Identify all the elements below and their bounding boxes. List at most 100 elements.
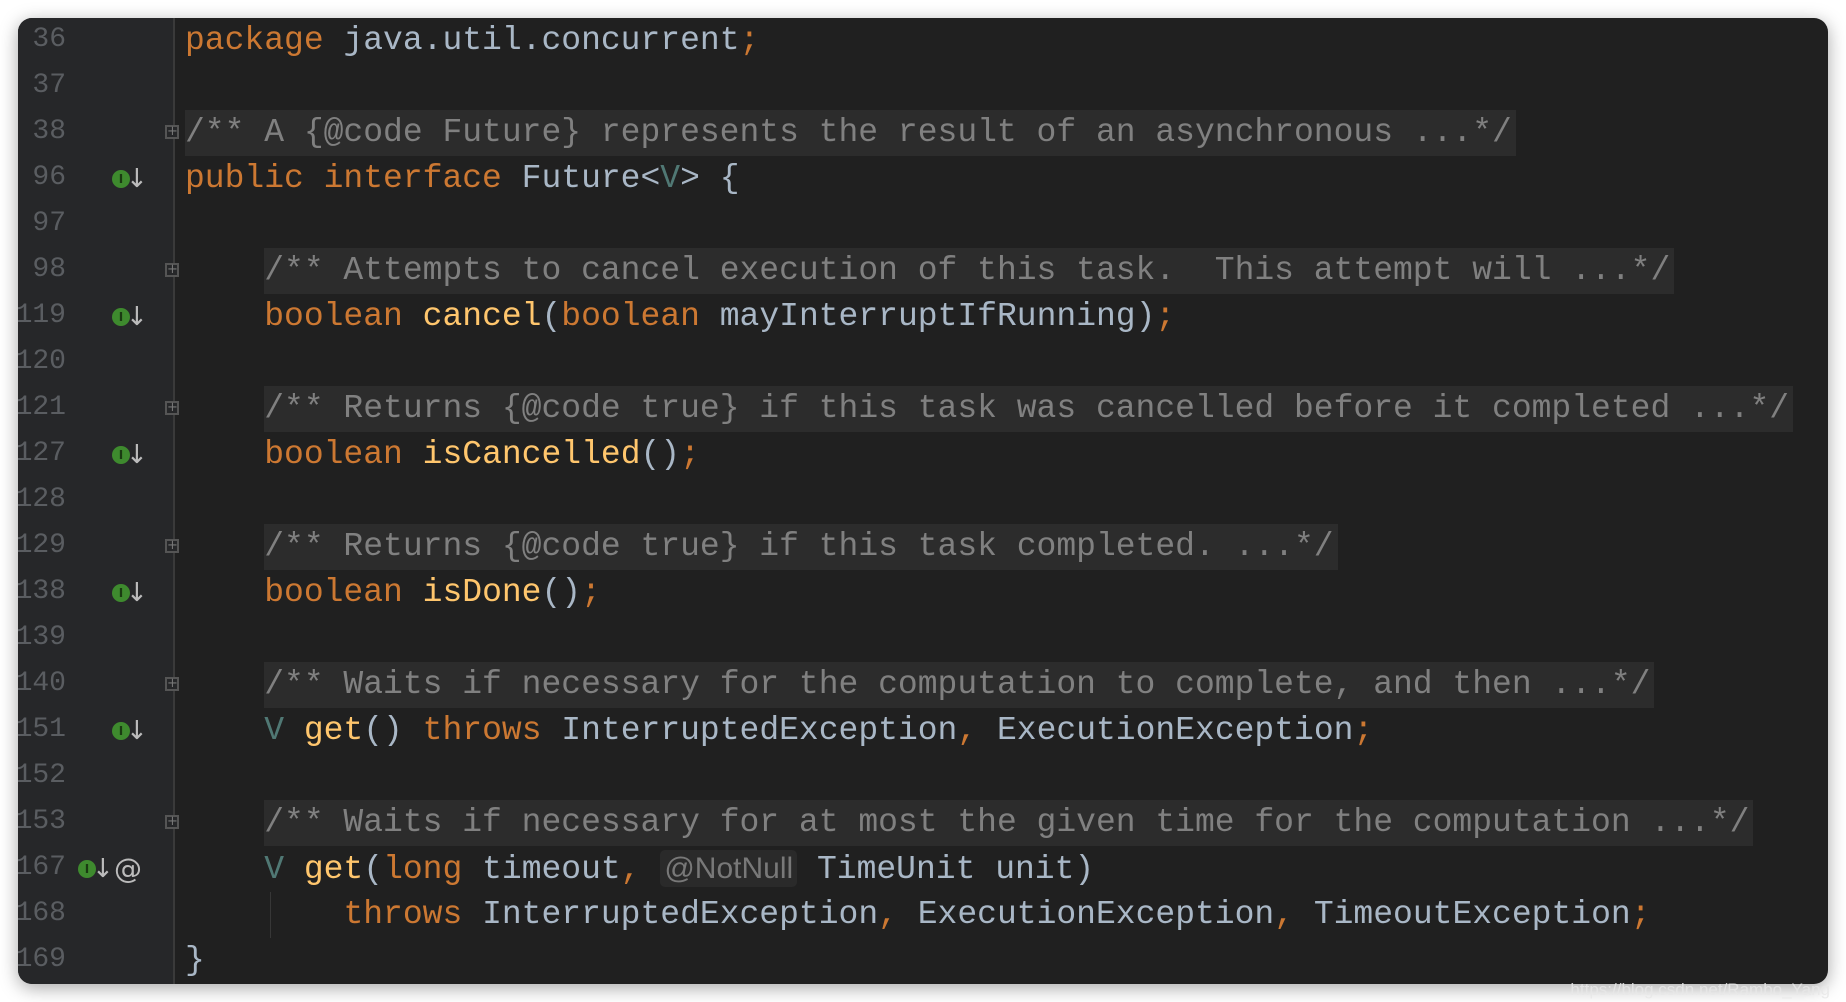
fold-expand-icon[interactable]: + — [165, 677, 179, 691]
code-text: boolean cancel(boolean mayInterruptIfRun… — [185, 298, 1175, 336]
code-token: boolean — [264, 436, 423, 473]
code-token: throws — [422, 712, 562, 749]
code-text: /** Returns {@code true} if this task co… — [185, 524, 1338, 570]
code-text: } — [185, 942, 205, 980]
code-token: () — [363, 712, 423, 749]
fold-expand-icon[interactable]: + — [165, 125, 179, 139]
line-number: 36 — [32, 24, 66, 55]
code-token: throws — [343, 896, 483, 933]
code-line[interactable]: 96 I ↓ public interface Future<V> { — [18, 156, 1828, 202]
code-line[interactable]: 37 — [18, 64, 1828, 110]
code-line[interactable]: 168 throws InterruptedException, Executi… — [18, 892, 1828, 938]
code-token: public interface — [185, 160, 522, 197]
code-token: } — [185, 942, 205, 979]
code-token: () — [640, 436, 681, 473]
line-number: 121 — [18, 392, 66, 423]
code-token: ( — [541, 298, 562, 335]
code-token: V — [264, 851, 304, 888]
code-line[interactable]: 167 I ↓ @ V get(long timeout, @NotNull Time… — [18, 846, 1828, 892]
code-token: ; — [739, 22, 760, 59]
code-line[interactable]: 152 — [18, 754, 1828, 800]
code-token: cancel — [422, 298, 542, 335]
code-line[interactable]: 153 + /** Waits if necessary for at most … — [18, 800, 1828, 846]
line-number: 97 — [32, 208, 66, 239]
code-token: package — [185, 22, 344, 59]
code-line[interactable]: 98 + /** Attempts to cancel execution of … — [18, 248, 1828, 294]
code-line[interactable]: 120 — [18, 340, 1828, 386]
code-token: , — [620, 851, 661, 888]
folded-comment[interactable]: /** Waits if necessary for the computati… — [264, 662, 1655, 708]
fold-expand-icon[interactable]: + — [165, 815, 179, 829]
folded-comment[interactable]: /** Returns {@code true} if this task co… — [264, 524, 1338, 570]
code-token: mayInterruptIfRunning) — [719, 298, 1156, 335]
fold-expand-icon[interactable]: + — [165, 263, 179, 277]
code-token: > { — [680, 160, 740, 197]
code-token: long — [383, 851, 483, 888]
code-text: /** Waits if necessary for the computati… — [185, 662, 1655, 708]
code-text: V get(long timeout, @NotNull TimeUnit un… — [185, 850, 1094, 889]
code-line[interactable]: 36 package java.util.concurrent; — [18, 18, 1828, 64]
code-token: () — [541, 574, 582, 611]
code-line[interactable]: 127 I ↓ boolean isCancelled(); — [18, 432, 1828, 478]
code-token: InterruptedException — [482, 896, 879, 933]
code-token: boolean — [264, 298, 423, 335]
code-text: V get() throws InterruptedException, Exe… — [185, 712, 1373, 750]
line-number: 167 — [18, 852, 66, 883]
line-number: 153 — [18, 806, 66, 837]
code-token: java.util.concurrent — [343, 22, 740, 59]
code-line[interactable]: 140 + /** Waits if necessary for the comp… — [18, 662, 1828, 708]
code-line[interactable]: 128 — [18, 478, 1828, 524]
code-text: boolean isCancelled(); — [185, 436, 700, 474]
code-line[interactable]: 129 + /** Returns {@code true} if this ta… — [18, 524, 1828, 570]
code-token: TimeUnit unit) — [797, 851, 1095, 888]
line-number: 152 — [18, 760, 66, 791]
code-token: TimeoutException — [1313, 896, 1631, 933]
code-token: get — [303, 712, 364, 749]
code-token: timeout — [482, 851, 621, 888]
code-token: ; — [1353, 712, 1374, 749]
line-number: 37 — [32, 70, 66, 101]
code-token: isCancelled — [422, 436, 641, 473]
line-number: 151 — [18, 714, 66, 745]
line-number: 168 — [18, 898, 66, 929]
line-number: 120 — [18, 346, 66, 377]
code-text: boolean isDone(); — [185, 574, 601, 612]
folded-comment[interactable]: /** Returns {@code true} if this task wa… — [264, 386, 1794, 432]
code-token: ; — [581, 574, 601, 611]
code-line[interactable]: 138 I ↓ boolean isDone(); — [18, 570, 1828, 616]
code-line[interactable]: 38 + /** A {@code Future} represents the r… — [18, 110, 1828, 156]
code-token: ; — [680, 436, 700, 473]
annotation-inlay-hint: @NotNull — [660, 850, 798, 887]
code-token: , — [957, 712, 997, 749]
code-line[interactable]: 121 + /** Returns {@code true} if this ta… — [18, 386, 1828, 432]
code-token: , — [1274, 896, 1314, 933]
code-text: /** A {@code Future} represents the resu… — [185, 110, 1516, 156]
code-editor[interactable]: 36 package java.util.concurrent; 37 38 + /** … — [18, 18, 1828, 984]
code-text: /** Returns {@code true} if this task wa… — [185, 386, 1794, 432]
watermark: https://blog.csdn.net/Rambo_Yang — [1570, 980, 1830, 999]
folded-comment[interactable]: /** Waits if necessary for at most the g… — [264, 800, 1754, 846]
code-line[interactable]: 169} — [18, 938, 1828, 984]
fold-expand-icon[interactable]: + — [165, 401, 179, 415]
code-token: ( — [363, 851, 384, 888]
folded-comment[interactable]: /** Attempts to cancel execution of this… — [264, 248, 1675, 294]
line-number: 38 — [32, 116, 66, 147]
code-token: ExecutionException — [917, 896, 1275, 933]
folded-comment[interactable]: /** A {@code Future} represents the resu… — [185, 110, 1516, 156]
code-line[interactable]: 119 I ↓ boolean cancel(boolean mayInterrup… — [18, 294, 1828, 340]
annotation-icon[interactable]: @ — [114, 852, 142, 885]
code-text: package java.util.concurrent; — [185, 22, 759, 60]
fold-expand-icon[interactable]: + — [165, 539, 179, 553]
code-token: , — [878, 896, 918, 933]
code-line[interactable]: 151 I ↓ V get() throws InterruptedExceptio… — [18, 708, 1828, 754]
code-line[interactable]: 97 — [18, 202, 1828, 248]
line-number: 128 — [18, 484, 66, 515]
code-token: get — [303, 851, 364, 888]
code-line[interactable]: 139 — [18, 616, 1828, 662]
